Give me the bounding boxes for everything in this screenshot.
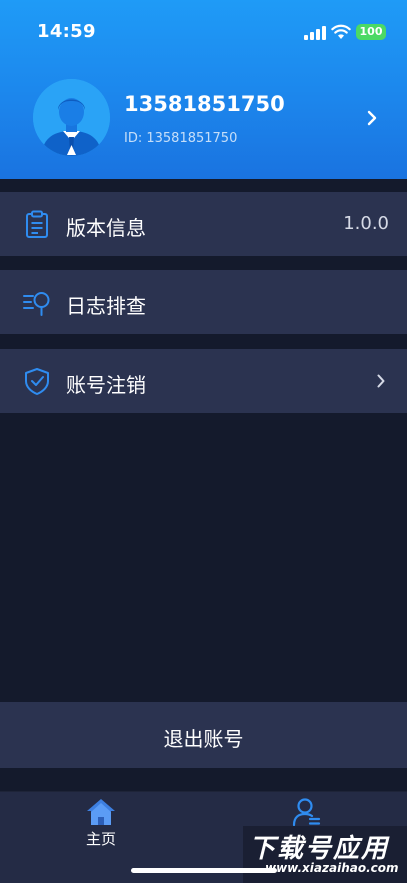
user-avatar-icon <box>33 79 110 156</box>
profile-header: 14:59 100 13581851750 ID: 13581851750 <box>0 0 407 179</box>
tab-home-label: 主页 <box>85 830 116 848</box>
user-profile-icon <box>292 798 321 826</box>
clipboard-icon <box>26 210 48 238</box>
menu-item-version[interactable]: 版本信息 1.0.0 <box>0 192 407 256</box>
home-indicator <box>131 868 277 873</box>
chevron-right-icon <box>377 374 385 388</box>
home-icon <box>87 799 115 825</box>
avatar[interactable] <box>33 79 110 156</box>
watermark-logo: 下载号应用 www.xiazaihao.com <box>243 826 407 883</box>
menu-label-logs: 日志排查 <box>66 294 146 318</box>
wifi-icon <box>331 24 351 39</box>
menu-item-delete-account[interactable]: 账号注销 <box>0 349 407 413</box>
shield-check-icon <box>25 368 49 395</box>
menu-item-logs[interactable]: 日志排查 <box>0 270 407 334</box>
cellular-signal-icon <box>304 26 326 40</box>
status-bar: 14:59 100 <box>0 0 407 60</box>
battery-indicator: 100 <box>356 24 386 40</box>
menu-label-delete-account: 账号注销 <box>66 373 146 397</box>
menu-label-version: 版本信息 <box>66 216 146 240</box>
watermark-sub-text: www.xiazaihao.com <box>265 861 399 875</box>
logout-button[interactable]: 退出账号 <box>0 702 407 768</box>
status-time: 14:59 <box>37 21 96 42</box>
logout-label: 退出账号 <box>163 727 244 751</box>
profile-id: ID: 13581851750 <box>124 131 238 146</box>
version-value: 1.0.0 <box>343 213 389 234</box>
profile-name[interactable]: 13581851750 <box>124 92 285 116</box>
watermark-main-text: 下载号应用 <box>249 834 390 864</box>
log-search-icon <box>23 292 50 316</box>
tab-home[interactable]: 主页 <box>41 792 161 862</box>
chevron-right-icon[interactable] <box>366 109 378 127</box>
